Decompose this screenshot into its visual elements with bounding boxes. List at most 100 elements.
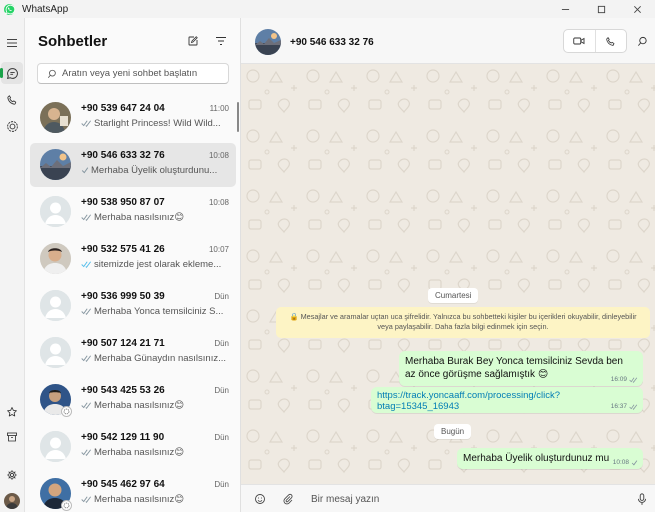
chat-name: +90 539 647 24 04: [81, 103, 165, 114]
chat-preview-text: sitemizde jest olarak ekleme...: [94, 259, 222, 270]
double-check-icon: [81, 308, 92, 315]
chat-list-item[interactable]: +90 546 633 32 76 10:08 Merhaba Üyelik olu…: [30, 143, 236, 187]
compose-icon[interactable]: [185, 33, 201, 49]
message-composer: [241, 484, 655, 512]
profile-avatar[interactable]: [1, 490, 23, 512]
chat-preview-text: Merhaba nasılsınız😊: [94, 212, 185, 223]
chat-time: 10:07: [208, 245, 229, 254]
chat-preview: Starlight Princess! Wild Wild...: [81, 118, 231, 129]
chat-time: Dün: [214, 292, 229, 301]
search-box[interactable]: [37, 63, 229, 84]
double-check-icon: [629, 404, 638, 410]
contact-avatar[interactable]: [255, 29, 281, 55]
avatar: [40, 149, 71, 180]
message-time: 16:09: [610, 376, 627, 383]
chat-preview: Merhaba nasılsınız😊: [81, 212, 231, 223]
chat-preview: Merhaba nasılsınız😊: [81, 447, 231, 458]
double-check-icon: [81, 402, 92, 409]
double-check-icon: [81, 120, 92, 127]
search-icon[interactable]: [635, 34, 649, 48]
chat-list-item[interactable]: +90 507 124 21 71 Dün Merhaba Günaydın nas…: [30, 331, 236, 375]
message-meta: 16:37: [611, 403, 638, 410]
status-ring-icon: [61, 500, 72, 511]
microphone-icon[interactable]: [635, 492, 649, 506]
window-title: WhatsApp: [22, 3, 69, 15]
emoji-icon[interactable]: [253, 492, 267, 506]
chat-time: Dün: [214, 386, 229, 395]
gear-icon[interactable]: [1, 464, 23, 486]
chat-preview: Merhaba Üyelik oluşturdunu...: [81, 165, 231, 176]
chat-preview-text: Merhaba Yonca temsilciniz S...: [94, 306, 224, 317]
message-bubble[interactable]: https://track.yoncaaff.com/processing/cl…: [371, 387, 643, 413]
phone-icon[interactable]: [1, 89, 23, 111]
conversation-header[interactable]: +90 546 633 32 76: [241, 18, 655, 64]
chat-list-scrollbar[interactable]: [237, 102, 239, 132]
chat-name: +90 542 129 11 90: [81, 432, 165, 443]
chat-name: +90 507 124 21 71: [81, 338, 165, 349]
phone-icon[interactable]: [594, 30, 626, 52]
search-input[interactable]: [62, 68, 222, 79]
chat-preview: Merhaba nasılsınız😊: [81, 400, 231, 411]
message-time: 16:37: [610, 403, 627, 410]
chat-list-item[interactable]: +90 532 575 41 26 10:07 sitemizde jest ola…: [30, 237, 236, 281]
chat-list-item[interactable]: +90 538 950 87 07 10:08 Merhaba nasılsınız…: [30, 190, 236, 234]
date-separator: Bugün: [434, 424, 472, 439]
minimize-button[interactable]: [547, 0, 583, 18]
chat-preview-text: Merhaba nasılsınız😊: [94, 494, 185, 505]
maximize-button[interactable]: [583, 0, 619, 18]
encryption-notice[interactable]: 🔒 Mesajlar ve aramalar uçtan uca şifreli…: [276, 307, 650, 338]
message-bubble[interactable]: Merhaba Burak Bey Yonca temsilciniz Sevd…: [399, 351, 643, 386]
left-rail: [0, 18, 24, 512]
message-bubble[interactable]: Merhaba Üyelik oluşturdunuz mu 10:08: [457, 448, 643, 469]
chat-time: Dün: [214, 339, 229, 348]
default-avatar-icon: [40, 431, 71, 462]
video-camera-icon[interactable]: [564, 30, 595, 52]
default-avatar-icon: [40, 196, 71, 227]
chat-name: +90 546 633 32 76: [81, 150, 165, 161]
default-avatar-icon: [40, 337, 71, 368]
page-title: Sohbetler: [38, 33, 108, 50]
title-bar: WhatsApp: [0, 0, 655, 18]
window-controls: [547, 0, 655, 18]
avatar: [40, 243, 71, 274]
single-check-icon: [631, 459, 638, 465]
filter-icon[interactable]: [213, 33, 229, 49]
whatsapp-logo-icon: [2, 2, 16, 16]
message-time: 10:08: [612, 459, 629, 466]
chat-list-item[interactable]: +90 539 647 24 04 11:00 Starlight Princess…: [30, 96, 236, 140]
chat-list-item[interactable]: +90 545 462 97 64 Dün Merhaba nasılsınız😊: [30, 472, 236, 512]
paperclip-icon[interactable]: [281, 492, 295, 506]
chat-preview: Merhaba Günaydın nasılsınız...: [81, 353, 231, 364]
archive-icon[interactable]: [1, 426, 23, 448]
message-link[interactable]: https://track.yoncaaff.com/processing/cl…: [377, 390, 635, 412]
chat-list-item[interactable]: +90 536 999 50 39 Dün Merhaba Yonca temsil…: [30, 284, 236, 328]
message-input[interactable]: [311, 492, 611, 506]
default-avatar-icon: [40, 290, 71, 321]
chat-preview: sitemizde jest olarak ekleme...: [81, 259, 231, 270]
chat-time: 10:08: [208, 198, 229, 207]
star-icon[interactable]: [1, 401, 23, 423]
double-check-icon: [81, 214, 92, 221]
chat-preview-text: Merhaba nasılsınız😊: [94, 400, 185, 411]
message-meta: 10:08: [613, 459, 638, 466]
conversation-pane: +90 546 633 32 76 Cumartesi 🔒 Mesajlar v…: [241, 18, 655, 512]
status-ring-icon[interactable]: [1, 115, 23, 137]
close-button[interactable]: [619, 0, 655, 18]
date-separator: Cumartesi: [428, 288, 479, 303]
message-meta: 16:09: [611, 376, 638, 383]
chat-name: +90 536 999 50 39: [81, 291, 165, 302]
avatar: [40, 102, 71, 133]
chat-bubble-icon[interactable]: [0, 62, 23, 84]
chat-list-panel: Sohbetler +90 539 647 24 04 11:00 Starligh…: [24, 18, 241, 512]
chat-name: +90 543 425 53 26: [81, 385, 165, 396]
chat-preview: Merhaba nasılsınız😊: [81, 494, 231, 505]
chat-preview-text: Merhaba nasılsınız😊: [94, 447, 185, 458]
chat-wallpaper: [241, 64, 655, 484]
chat-list-item[interactable]: +90 542 129 11 90 Dün Merhaba nasılsınız😊: [30, 425, 236, 469]
chat-list-item[interactable]: +90 543 425 53 26 Dün Merhaba nasılsınız😊: [30, 378, 236, 422]
chat-time: Dün: [214, 433, 229, 442]
hamburger-icon[interactable]: [1, 32, 23, 54]
chat-name: +90 532 575 41 26: [81, 244, 165, 255]
double-check-read-icon: [81, 261, 92, 268]
message-text: Merhaba Üyelik oluşturdunuz mu: [463, 453, 610, 464]
